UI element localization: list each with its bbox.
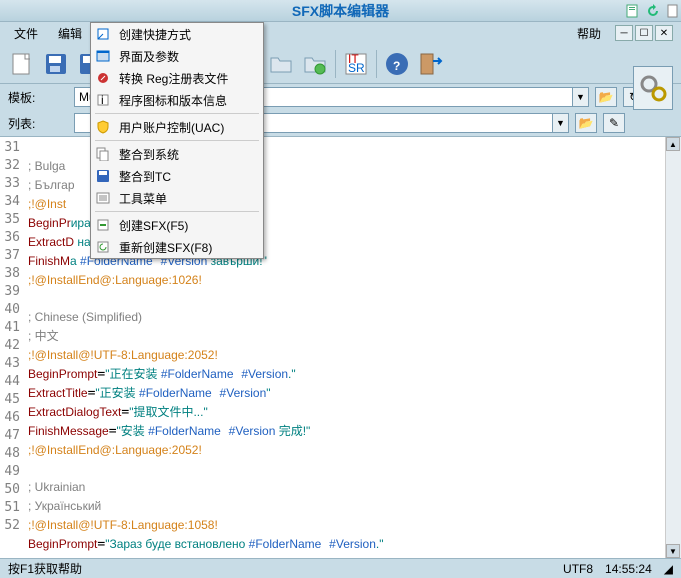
new-button[interactable] [6, 48, 38, 80]
exit-button[interactable] [415, 48, 447, 80]
scroll-down-button[interactable]: ▼ [666, 544, 680, 558]
shortcut-icon [95, 26, 111, 42]
copy-icon [95, 146, 111, 162]
minimize-button[interactable]: ─ [615, 25, 633, 41]
menu-help[interactable]: 帮助 [567, 22, 611, 45]
vscrollbar[interactable]: ▲ ▼ [665, 137, 681, 558]
list-open-button[interactable]: 📂 [575, 113, 597, 133]
tools-item-0[interactable]: 创建快捷方式 [91, 23, 263, 45]
menu-icon [95, 190, 111, 206]
status-encoding: UTF8 [563, 562, 593, 576]
statusbar: 按F1获取帮助 UTF8 14:55:24 ◢ [0, 558, 681, 578]
help-button[interactable]: ? [381, 48, 413, 80]
disk-icon [95, 168, 111, 184]
list-edit-button[interactable]: ✎ [603, 113, 625, 133]
tools-item-11[interactable]: 创建SFX(F5) [91, 214, 263, 236]
info-icon: i [95, 92, 111, 108]
line-gutter: 31 32 33 34 35 36 37 38 39 40 41 42 43 4… [0, 137, 24, 558]
save-button[interactable] [40, 48, 72, 80]
tools-item-9[interactable]: 工具菜单 [91, 187, 263, 209]
folder-button[interactable] [265, 48, 297, 80]
status-time: 14:55:24 [605, 562, 652, 576]
titlebar: SFX脚本编辑器 [0, 0, 681, 22]
tools-item-8[interactable]: 整合到TC [91, 165, 263, 187]
refresh-icon[interactable] [645, 3, 661, 19]
menu-edit[interactable]: 编辑 [48, 22, 92, 45]
window-title: SFX脚本编辑器 [292, 1, 389, 21]
title-icons [625, 3, 681, 19]
rebuild-icon [95, 239, 111, 255]
list-label: 列表: [8, 115, 68, 132]
svg-text:i: i [101, 93, 104, 107]
tools-item-1[interactable]: 界面及参数 [91, 45, 263, 67]
tools-item-2[interactable]: 转换 Reg注册表文件 [91, 67, 263, 89]
shield-icon [95, 119, 111, 135]
itsr-button[interactable]: ITSR [340, 48, 372, 80]
scroll-up-button[interactable]: ▲ [666, 137, 680, 151]
tools-item-3[interactable]: i程序图标和版本信息 [91, 89, 263, 111]
resize-grip-icon[interactable]: ◢ [664, 562, 673, 576]
reg-icon [95, 70, 111, 86]
doc-icon[interactable] [625, 3, 641, 19]
window-icon [95, 48, 111, 64]
build-icon [95, 217, 111, 233]
status-hint: 按F1获取帮助 [8, 560, 82, 577]
svg-text:?: ? [393, 59, 400, 73]
tools-item-7[interactable]: 整合到系统 [91, 143, 263, 165]
template-label: 模板: [8, 89, 68, 106]
menu-file[interactable]: 文件 [4, 22, 48, 45]
folder2-button[interactable] [299, 48, 331, 80]
tools-item-5[interactable]: 用户账户控制(UAC) [91, 116, 263, 138]
page-icon[interactable] [665, 3, 681, 19]
settings-button[interactable] [633, 66, 673, 110]
tools-item-12[interactable]: 重新创建SFX(F8) [91, 236, 263, 258]
maximize-button[interactable]: ☐ [635, 25, 653, 41]
template-open-button[interactable]: 📂 [595, 87, 617, 107]
svg-text:SR: SR [348, 61, 365, 75]
close-button[interactable]: ✕ [655, 25, 673, 41]
tools-dropdown: 创建快捷方式界面及参数转换 Reg注册表文件i程序图标和版本信息用户账户控制(U… [90, 22, 264, 259]
